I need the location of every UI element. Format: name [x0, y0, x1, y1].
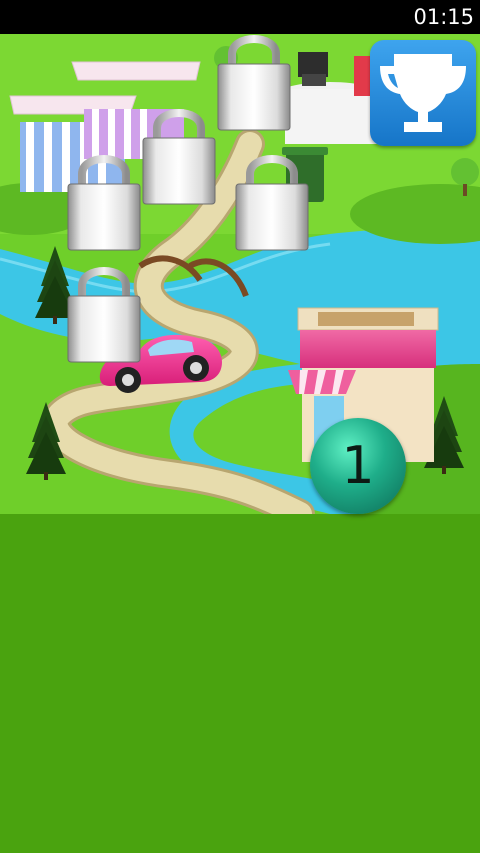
trophy-icon: [380, 54, 466, 132]
level-number: 1: [341, 436, 375, 496]
trophy-button[interactable]: [370, 40, 476, 146]
status-time: 01:15: [413, 5, 474, 29]
status-bar: 01:15: [0, 0, 480, 34]
level-1-button[interactable]: 1: [310, 418, 406, 514]
